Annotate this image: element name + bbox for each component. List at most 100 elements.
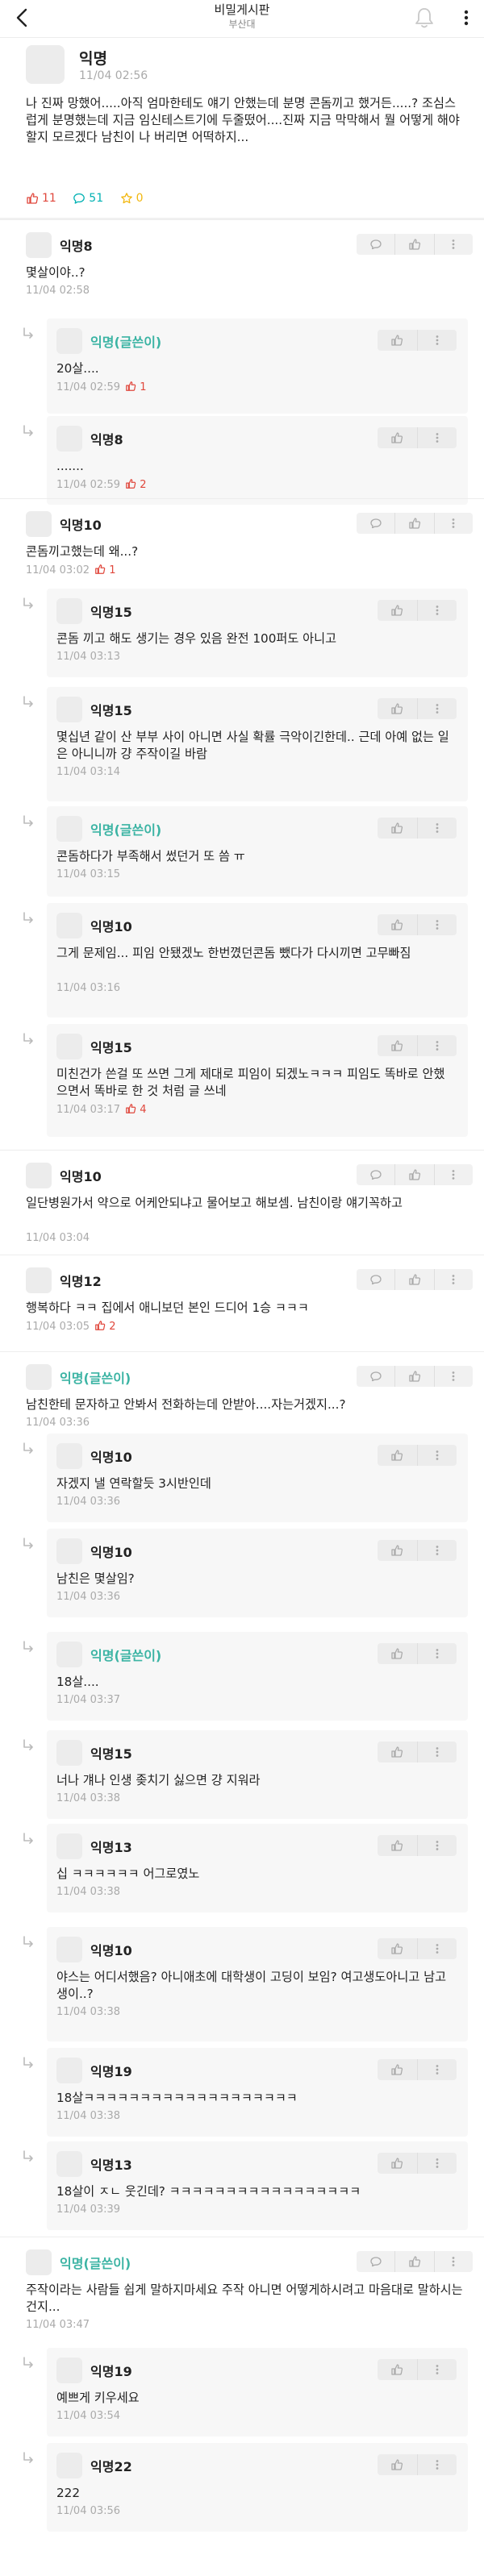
- comment-date: 11/04 02:59: [56, 479, 121, 491]
- like-button[interactable]: [395, 2251, 435, 2272]
- comment-more-button[interactable]: [418, 818, 457, 839]
- comment-more-button[interactable]: [418, 330, 457, 351]
- more-vertical-icon: [436, 1041, 439, 1051]
- like-button[interactable]: [378, 1835, 418, 1856]
- reply-comment: 익명8....... 11/04 02:59 2: [47, 416, 468, 505]
- comment-avatar: [56, 816, 82, 842]
- comment-more-button[interactable]: [435, 2251, 473, 2272]
- like-button[interactable]: [378, 600, 418, 621]
- reply-arrow-icon: [23, 2057, 33, 2068]
- thumbs-up-icon: [391, 1450, 403, 1461]
- comment-more-button[interactable]: [435, 1164, 473, 1185]
- comment-like-count: 1: [94, 564, 115, 576]
- comment-more-button[interactable]: [418, 1445, 457, 1466]
- comment-more-button[interactable]: [435, 1269, 473, 1290]
- comment-more-button[interactable]: [418, 914, 457, 935]
- thumbs-up-icon: [409, 1371, 421, 1382]
- comment-avatar: [26, 1163, 52, 1188]
- reply-button[interactable]: [357, 2251, 396, 2272]
- board-subtitle: 부산대: [228, 19, 256, 30]
- comment-more-button[interactable]: [435, 234, 473, 255]
- reply-button[interactable]: [357, 1366, 396, 1387]
- reply-arrow-icon: [23, 425, 33, 436]
- comment-more-button[interactable]: [418, 427, 457, 448]
- like-button[interactable]: [395, 1366, 435, 1387]
- comment-actions: [378, 2359, 457, 2380]
- comment-actions: [357, 1269, 473, 1290]
- thumbs-up-icon: [409, 239, 421, 250]
- more-options-button[interactable]: [457, 5, 476, 31]
- like-button[interactable]: [378, 2153, 418, 2174]
- like-button[interactable]: [378, 2059, 418, 2080]
- comment-more-button[interactable]: [418, 1035, 457, 1056]
- comment-more-button[interactable]: [418, 1540, 457, 1561]
- notification-button[interactable]: [413, 5, 436, 31]
- comment-author: 익명10: [90, 1450, 132, 1465]
- comment-date: 11/04 03:54: [56, 2410, 121, 2422]
- comment-actions: [378, 1540, 457, 1561]
- more-vertical-icon: [436, 1546, 439, 1555]
- comment-avatar: [56, 1937, 82, 1962]
- comment-more-button[interactable]: [418, 1643, 457, 1664]
- like-button[interactable]: [395, 513, 435, 534]
- like-button[interactable]: [378, 2359, 418, 2380]
- comment-more-button[interactable]: [418, 2454, 457, 2475]
- board-title-block: 비밀게시판 부산대: [0, 2, 484, 31]
- like-button[interactable]: [378, 1938, 418, 1959]
- comment-more-button[interactable]: [418, 2153, 457, 2174]
- comment-meta: 11/04 03:16: [56, 982, 120, 994]
- reply-comment: 익명10 그게 문제임... 피임 안됐겠노 한번꼈던콘돔 뺐다가 다시끼면 고무…: [47, 903, 468, 1017]
- comment-more-button[interactable]: [418, 2359, 457, 2380]
- thumbs-up-icon: [391, 2158, 403, 2169]
- comment-more-button[interactable]: [418, 1835, 457, 1856]
- reply-button[interactable]: [357, 1164, 396, 1185]
- comment-author: 익명(글쓴이): [60, 1371, 131, 1386]
- comment-avatar: [56, 2358, 82, 2383]
- comment-more-button[interactable]: [418, 600, 457, 621]
- comment-meta: 11/04 03:04: [26, 1232, 90, 1244]
- like-button[interactable]: [395, 1164, 435, 1185]
- comment-text: 남친은 몇살임?: [56, 1571, 135, 1586]
- like-button[interactable]: [378, 818, 418, 839]
- thumbs-up-icon: [409, 518, 421, 529]
- more-vertical-icon: [452, 2257, 455, 2266]
- post-avatar: [26, 45, 65, 84]
- like-button[interactable]: [378, 1035, 418, 1056]
- reply-button[interactable]: [357, 234, 396, 255]
- like-button[interactable]: [378, 698, 418, 719]
- reply-button[interactable]: [357, 1269, 396, 1290]
- comment-meta: 11/04 03:38: [56, 2006, 120, 2018]
- thumbs-up-icon: [391, 703, 403, 714]
- like-button[interactable]: [378, 1445, 418, 1466]
- comment-more-button[interactable]: [435, 513, 473, 534]
- like-button[interactable]: [378, 1742, 418, 1762]
- like-button[interactable]: [378, 1643, 418, 1664]
- reply-button[interactable]: [357, 513, 396, 534]
- comment-more-button[interactable]: [418, 2059, 457, 2080]
- comment-more-button[interactable]: [418, 698, 457, 719]
- like-button[interactable]: [378, 330, 418, 351]
- comment-actions: [378, 914, 457, 935]
- like-button[interactable]: [395, 234, 435, 255]
- comment-more-button[interactable]: [418, 1938, 457, 1959]
- comment-like-count: 1: [125, 381, 146, 393]
- like-button[interactable]: [378, 914, 418, 935]
- comment-avatar: [56, 697, 82, 722]
- thumbs-up-icon: [391, 1943, 403, 1954]
- comment-actions: [378, 698, 457, 719]
- comment-divider: [0, 1150, 484, 1151]
- comment-more-button[interactable]: [418, 1742, 457, 1762]
- like-button[interactable]: [378, 427, 418, 448]
- reply-arrow-icon: [23, 1442, 33, 1454]
- comment-date: 11/04 03:05: [26, 1321, 90, 1333]
- like-button[interactable]: [378, 2454, 418, 2475]
- reply-indicator: [21, 695, 35, 710]
- like-button[interactable]: [378, 1540, 418, 1561]
- comment-more-button[interactable]: [435, 1366, 473, 1387]
- reply-indicator: [21, 2149, 35, 2164]
- reply-comment: 익명13 18살이 ㅈㄴ 웃긴데? ㅋㅋㅋㅋㅋㅋㅋㅋㅋㅋㅋㅋㅋㅋㅋㅋㅋ 11/04 …: [47, 2141, 468, 2230]
- comment-date: 11/04 03:47: [26, 2319, 90, 2331]
- like-button[interactable]: [395, 1269, 435, 1290]
- reply-indicator: [21, 1537, 35, 1551]
- comment: 익명10 콘돔끼고했는데 왜...? 11/04 03:02 1: [0, 501, 484, 581]
